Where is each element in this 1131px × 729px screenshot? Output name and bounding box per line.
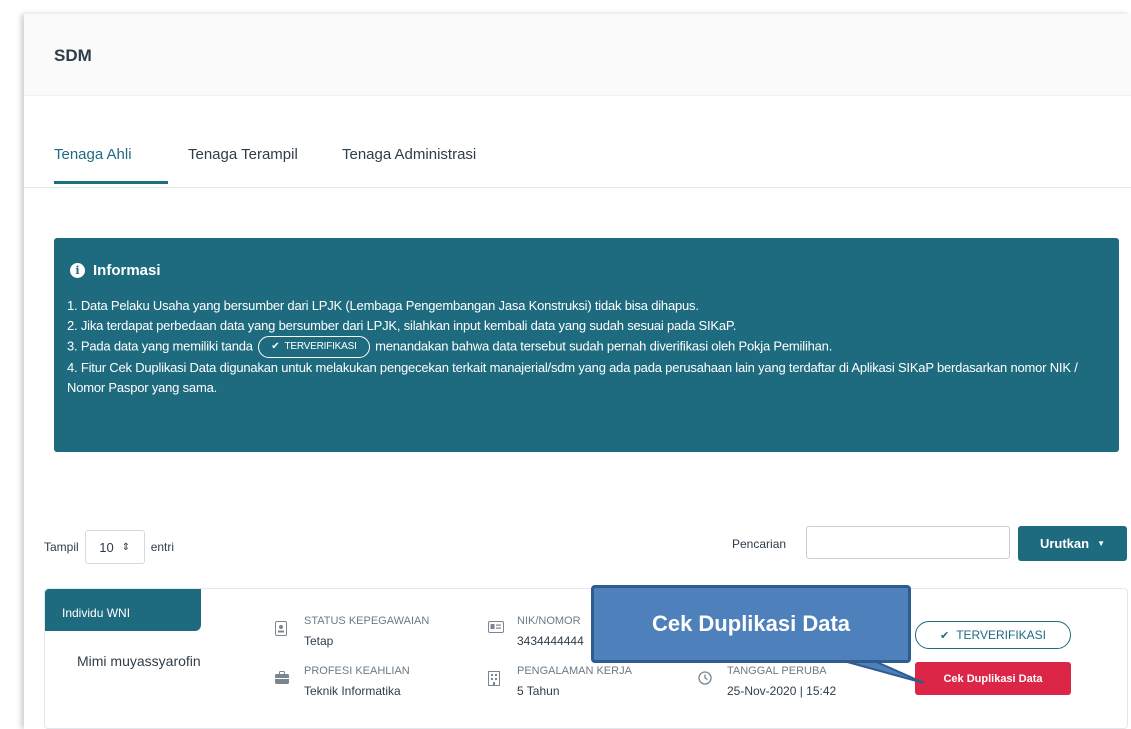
sort-button-label: Urutkan: [1039, 536, 1090, 551]
pengalaman-label: PENGALAMAN KERJA: [517, 665, 632, 677]
briefcase-icon: [275, 671, 289, 687]
page-title: SDM: [54, 46, 92, 65]
search-label: Pencarian: [732, 537, 787, 551]
active-tab-indicator: [54, 181, 168, 184]
verified-badge-label: TERVERIFIKASI: [284, 341, 357, 352]
page-size-control: Tampil 10 ⇕ entri: [44, 530, 174, 564]
page-size-value: 10: [99, 539, 114, 555]
profesi-value: Teknik Informatika: [304, 684, 401, 698]
search-input[interactable]: [806, 526, 1010, 559]
page-header: SDM: [24, 14, 1131, 96]
info-header: i Informasi: [70, 262, 161, 279]
info-item-3-before: 3. Pada data yang memiliki tanda: [67, 338, 253, 354]
info-item-4: 4. Fitur Cek Duplikasi Data digunakan un…: [67, 360, 1078, 395]
tab-tenaga-administrasi[interactable]: Tenaga Administrasi: [342, 146, 476, 163]
tab-bar: Tenaga Ahli Tenaga Terampil Tenaga Admin…: [24, 96, 1131, 188]
sort-button[interactable]: Urutkan ▼: [1018, 526, 1127, 561]
nik-label: NIK/NOMOR: [517, 615, 581, 627]
info-item-1: 1. Data Pelaku Usaha yang bersumber dari…: [67, 298, 699, 313]
show-label: Tampil: [44, 540, 79, 554]
info-circle-icon: i: [70, 263, 85, 278]
window-top-margin: [24, 0, 1131, 14]
info-panel: i Informasi 1. Data Pelaku Usaha yang be…: [54, 238, 1119, 452]
verified-badge-example: ✔ TERVERIFIKASI: [258, 336, 370, 358]
info-item-2: 2. Jika terdapat perbedaan data yang ber…: [67, 318, 737, 333]
select-arrows-icon: ⇕: [121, 541, 131, 553]
callout-annotation: Cek Duplikasi Data: [591, 585, 911, 663]
id-card-icon: [488, 621, 504, 637]
building-icon: [488, 671, 502, 687]
window-left-margin: [0, 0, 24, 729]
info-list: 1. Data Pelaku Usaha yang bersumber dari…: [67, 296, 1107, 398]
entries-label: entri: [150, 540, 175, 554]
verified-status-button[interactable]: ✔ TERVERIFIKASI: [915, 621, 1071, 649]
clock-icon: [698, 671, 712, 687]
page-size-select[interactable]: 10 ⇕: [84, 530, 145, 564]
check-icon: ✔: [939, 629, 950, 642]
sdm-card: Individu WNI Mimi muyassyarofin STATUS K…: [44, 588, 1128, 729]
cek-duplikasi-button[interactable]: Cek Duplikasi Data: [915, 662, 1071, 695]
verified-status-label: TERVERIFIKASI: [956, 628, 1047, 642]
profesi-label: PROFESI KEAHLIAN: [304, 665, 410, 677]
tanggal-label: TANGGAL PERUBA: [727, 665, 827, 677]
caret-down-icon: ▼: [1097, 539, 1106, 548]
status-label: STATUS KEPEGAWAIAN: [304, 615, 430, 627]
id-badge-icon: [275, 621, 289, 637]
tanggal-value: 25-Nov-2020 | 15:42: [727, 684, 837, 698]
info-item-3-after: menandakan bahwa data tersebut sudah per…: [375, 338, 833, 354]
person-name[interactable]: Mimi muyassyarofin: [77, 653, 201, 669]
check-icon: ✔: [271, 341, 280, 352]
status-value: Tetap: [304, 634, 334, 648]
pengalaman-value: 5 Tahun: [517, 684, 560, 698]
tab-tenaga-ahli[interactable]: Tenaga Ahli: [54, 146, 132, 163]
info-title: Informasi: [93, 262, 161, 279]
info-item-3: 3. Pada data yang memiliki tanda ✔ TERVE…: [67, 336, 1107, 358]
nik-value: 3434444444: [517, 634, 584, 648]
tab-tenaga-terampil[interactable]: Tenaga Terampil: [188, 146, 298, 163]
card-type-tag: Individu WNI: [45, 589, 201, 631]
